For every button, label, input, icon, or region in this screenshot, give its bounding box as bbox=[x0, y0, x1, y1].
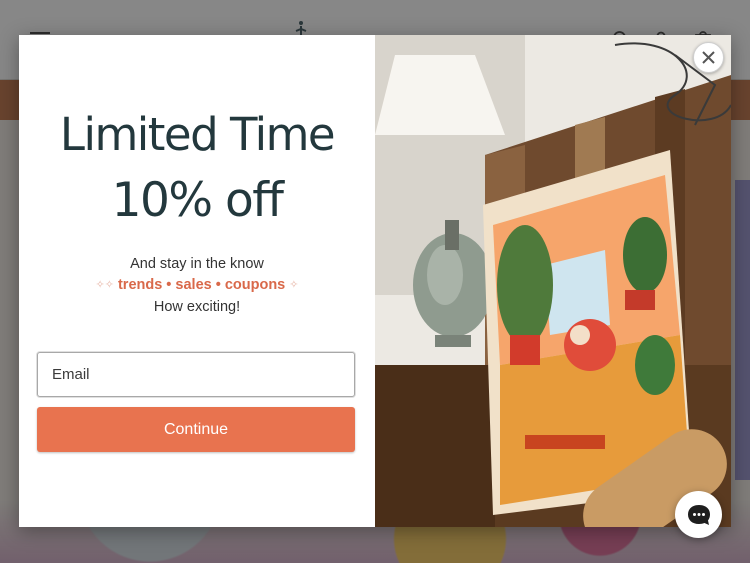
popup-form-panel: Limited Time 10% off And stay in the kno… bbox=[19, 35, 375, 527]
popup-discount: 10% off bbox=[111, 173, 284, 228]
close-button[interactable] bbox=[693, 42, 724, 73]
popup-perks: ✧✧ trends • sales • coupons ✧ bbox=[19, 277, 375, 293]
popup-image-panel bbox=[375, 35, 731, 527]
chat-bubble-icon bbox=[687, 504, 710, 525]
email-field[interactable] bbox=[37, 352, 355, 397]
continue-button[interactable]: Continue bbox=[37, 407, 355, 452]
chat-launcher-button[interactable] bbox=[675, 491, 722, 538]
close-icon bbox=[702, 51, 715, 64]
popup-headline: Limited Time bbox=[59, 108, 336, 161]
popup-perks-text: trends • sales • coupons bbox=[117, 277, 286, 293]
signup-popup: Limited Time 10% off And stay in the kno… bbox=[19, 35, 731, 527]
popup-closing: How exciting! bbox=[153, 299, 241, 315]
popup-subtitle: And stay in the know bbox=[130, 256, 264, 272]
lamp-and-canvas-photo bbox=[375, 35, 731, 527]
sparkle-icon: ✧✧ bbox=[95, 279, 114, 291]
sparkle-icon: ✧ bbox=[289, 279, 299, 291]
